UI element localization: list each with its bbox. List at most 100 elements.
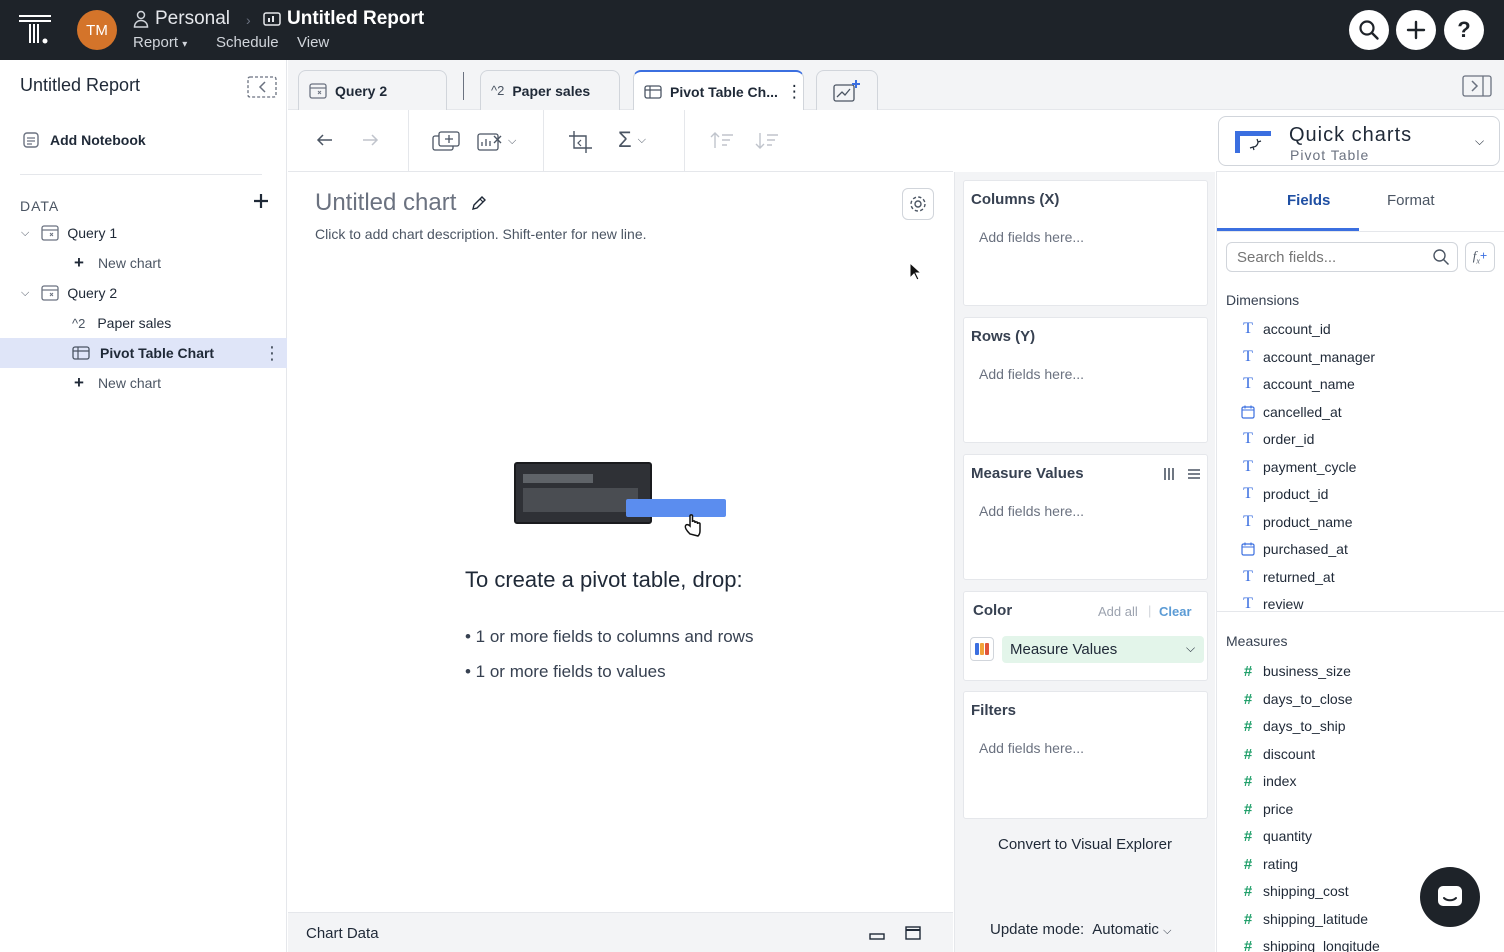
plus-icon: + — [74, 253, 84, 272]
list-item[interactable]: # days_to_ship — [1241, 713, 1346, 739]
list-item[interactable]: # shipping_latitude — [1241, 906, 1368, 932]
chart-settings-button[interactable] — [902, 188, 934, 220]
avatar[interactable]: TM — [77, 10, 117, 50]
filters-label: Filters — [971, 702, 1017, 719]
add-button[interactable] — [1396, 10, 1436, 50]
maximize-icon[interactable] — [905, 926, 921, 940]
more-vertical-icon[interactable]: ⋮ — [263, 343, 281, 364]
list-item[interactable]: Tpayment_cycle — [1241, 454, 1356, 480]
update-mode-value: Automatic — [1092, 921, 1159, 938]
add-calculation-button[interactable] — [431, 130, 461, 152]
tab-format[interactable]: Format — [1387, 192, 1435, 209]
chevron-down-icon: ⌵ — [1186, 641, 1196, 655]
list-item[interactable]: Taccount_id — [1241, 316, 1331, 342]
pivot-table-icon — [644, 84, 662, 99]
breadcrumb-space[interactable]: Personal — [133, 8, 230, 30]
tab-paper-sales[interactable]: ^2 Paper sales — [480, 70, 620, 110]
sort-ascending-button[interactable] — [709, 130, 735, 152]
list-item[interactable]: # price — [1241, 796, 1294, 822]
swap-axes-button[interactable] — [568, 130, 594, 154]
aggregation-dropdown[interactable]: Σ ⌵ — [618, 129, 646, 151]
measure-values-drop-zone[interactable]: Measure Values Add fields here... — [963, 454, 1208, 580]
add-calculated-field-button[interactable]: fx+ — [1465, 242, 1495, 272]
collapse-right-panel-icon[interactable] — [1462, 75, 1492, 97]
chart-data-bar[interactable]: Chart Data — [288, 912, 953, 952]
sidebar-item-new-chart-1[interactable]: + New chart — [0, 248, 287, 278]
swap-axes-icon — [569, 131, 592, 153]
sidebar-item-query-2[interactable]: ⌵ Query 2 — [0, 278, 287, 308]
update-mode-dropdown[interactable]: Automatic ⌵ — [1092, 921, 1171, 938]
list-item[interactable]: Treview — [1241, 591, 1303, 611]
pencil-icon[interactable] — [470, 194, 488, 212]
columns-drop-zone[interactable]: Columns (X) Add fields here... — [963, 180, 1208, 306]
sidebar-item-pivot-table-chart[interactable]: Pivot Table Chart ⋮ — [0, 338, 287, 368]
more-vertical-icon[interactable]: ⋮ — [786, 82, 803, 102]
sidebar-item-new-chart-2[interactable]: + New chart — [0, 368, 287, 398]
chart-title[interactable]: Untitled chart — [315, 189, 456, 217]
chart-description[interactable]: Click to add chart description. Shift-en… — [315, 226, 647, 242]
search-button[interactable] — [1349, 10, 1389, 50]
pivot-table-icon — [72, 346, 90, 360]
chevron-down-icon[interactable]: ⌵ — [21, 287, 29, 300]
new-chart-tab-button[interactable] — [816, 70, 878, 110]
list-item[interactable]: # shipping_cost — [1241, 878, 1349, 904]
sort-descending-button[interactable] — [754, 130, 780, 152]
color-field-pill[interactable]: Measure Values ⌵ — [1002, 636, 1204, 663]
list-item[interactable]: cancelled_at — [1241, 399, 1342, 425]
add-all-button[interactable]: Add all — [1098, 604, 1138, 619]
list-item[interactable]: # index — [1241, 768, 1297, 794]
minimize-icon[interactable] — [869, 927, 885, 941]
rows-layout-icon[interactable] — [1187, 467, 1201, 481]
help-button[interactable]: ? — [1444, 10, 1484, 50]
redo-button[interactable] — [360, 130, 380, 150]
breadcrumb-report[interactable]: Untitled Report — [263, 8, 424, 30]
rows-drop-zone[interactable]: Rows (Y) Add fields here... — [963, 317, 1208, 443]
sidebar-item-paper-sales[interactable]: ^2 Paper sales — [0, 308, 287, 338]
clear-chart-dropdown[interactable]: ⌵ — [476, 130, 516, 152]
tab-query-2[interactable]: Query 2 — [298, 70, 447, 110]
list-item[interactable]: Tproduct_id — [1241, 481, 1328, 507]
menu-report[interactable]: Report ▾ — [133, 34, 187, 51]
tab-pivot-table-chart[interactable]: Pivot Table Ch... ⋮ — [633, 70, 804, 111]
tab-fields[interactable]: Fields — [1287, 192, 1330, 209]
list-item[interactable]: # business_size — [1241, 658, 1351, 684]
quick-charts-subtitle: Pivot Table — [1290, 147, 1370, 163]
chat-support-button[interactable] — [1420, 867, 1480, 927]
sidebar-item-query-1[interactable]: ⌵ Query 1 — [0, 218, 287, 248]
search-fields-input[interactable] — [1237, 248, 1427, 266]
list-item[interactable]: Treturned_at — [1241, 564, 1335, 590]
list-item[interactable]: # shipping_longitude — [1241, 933, 1380, 952]
add-notebook-button[interactable]: Add Notebook — [0, 125, 287, 155]
field-name: account_manager — [1263, 349, 1376, 365]
function-icon: fx+ — [1472, 248, 1488, 266]
list-item[interactable]: Taccount_name — [1241, 371, 1355, 397]
undo-button[interactable] — [315, 130, 335, 150]
dimensions-label: Dimensions — [1226, 292, 1300, 308]
collapse-sidebar-icon[interactable] — [247, 76, 277, 98]
color-palette-button[interactable] — [970, 637, 994, 661]
color-drop-zone[interactable]: Color Add all | Clear Measure Values ⌵ — [963, 591, 1208, 681]
divider — [1217, 231, 1504, 232]
chevron-down-icon[interactable]: ⌵ — [21, 227, 29, 240]
list-item[interactable]: # days_to_close — [1241, 686, 1353, 712]
convert-to-visual-explorer-button[interactable]: Convert to Visual Explorer — [955, 836, 1215, 853]
filters-drop-zone[interactable]: Filters Add fields here... — [963, 691, 1208, 819]
clear-button[interactable]: Clear — [1159, 604, 1192, 619]
menu-schedule[interactable]: Schedule — [216, 34, 279, 51]
menu-view[interactable]: View — [297, 34, 329, 51]
app-logo-icon[interactable] — [18, 12, 52, 46]
tab-label: Paper sales — [512, 82, 591, 99]
list-item[interactable]: Taccount_manager — [1241, 344, 1375, 370]
add-notebook-label: Add Notebook — [50, 132, 146, 148]
list-item[interactable]: Tproduct_name — [1241, 509, 1352, 535]
columns-layout-icon[interactable] — [1162, 467, 1176, 481]
text-type-icon: T — [1243, 348, 1253, 365]
list-item[interactable]: # rating — [1241, 851, 1298, 877]
list-item[interactable]: # discount — [1241, 741, 1315, 767]
rows-label: Rows (Y) — [971, 328, 1036, 345]
add-data-button[interactable] — [253, 193, 269, 209]
list-item[interactable]: # quantity — [1241, 823, 1312, 849]
list-item[interactable]: purchased_at — [1241, 536, 1348, 562]
list-item[interactable]: Torder_id — [1241, 426, 1314, 452]
quick-charts-dropdown[interactable]: Quick charts Pivot Table ⌵ — [1218, 116, 1500, 166]
